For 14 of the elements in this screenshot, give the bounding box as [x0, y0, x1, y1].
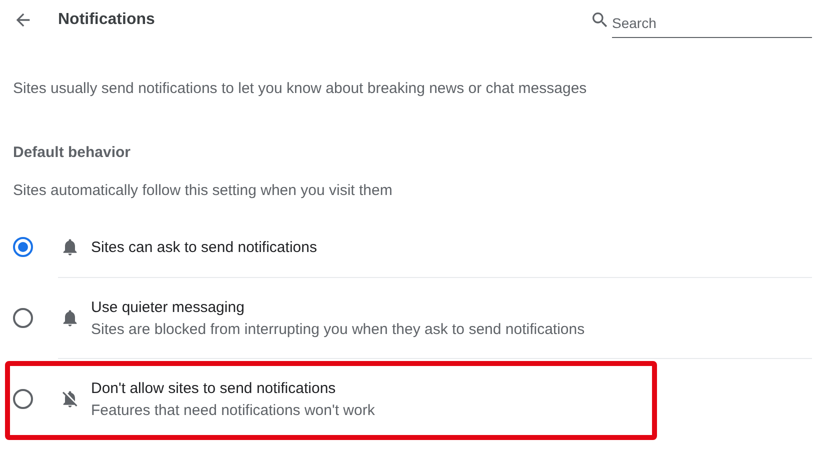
search-icon[interactable] [590, 10, 610, 30]
option-label: Don't allow sites to send notifications [91, 380, 337, 396]
bell-off-icon [60, 389, 80, 409]
section-heading: Default behavior [13, 144, 132, 161]
page-title: Notifications [58, 11, 156, 29]
radio-button[interactable] [13, 389, 33, 409]
radio-button[interactable] [13, 308, 33, 328]
option-description: Sites are blocked from interrupting you when they ask to send notifications [91, 320, 585, 338]
description-text: Sites usually send notifications to let you know about breaking news or chat messages [13, 80, 588, 97]
section-subtitle: Sites automatically follow this setting when you visit them [13, 182, 394, 199]
option-label: Sites can ask to send notifications [91, 238, 317, 256]
option-description: Features that need notifications won't work [91, 402, 375, 418]
radio-button[interactable] [13, 237, 33, 257]
option-label: Use quieter messaging [91, 298, 246, 316]
